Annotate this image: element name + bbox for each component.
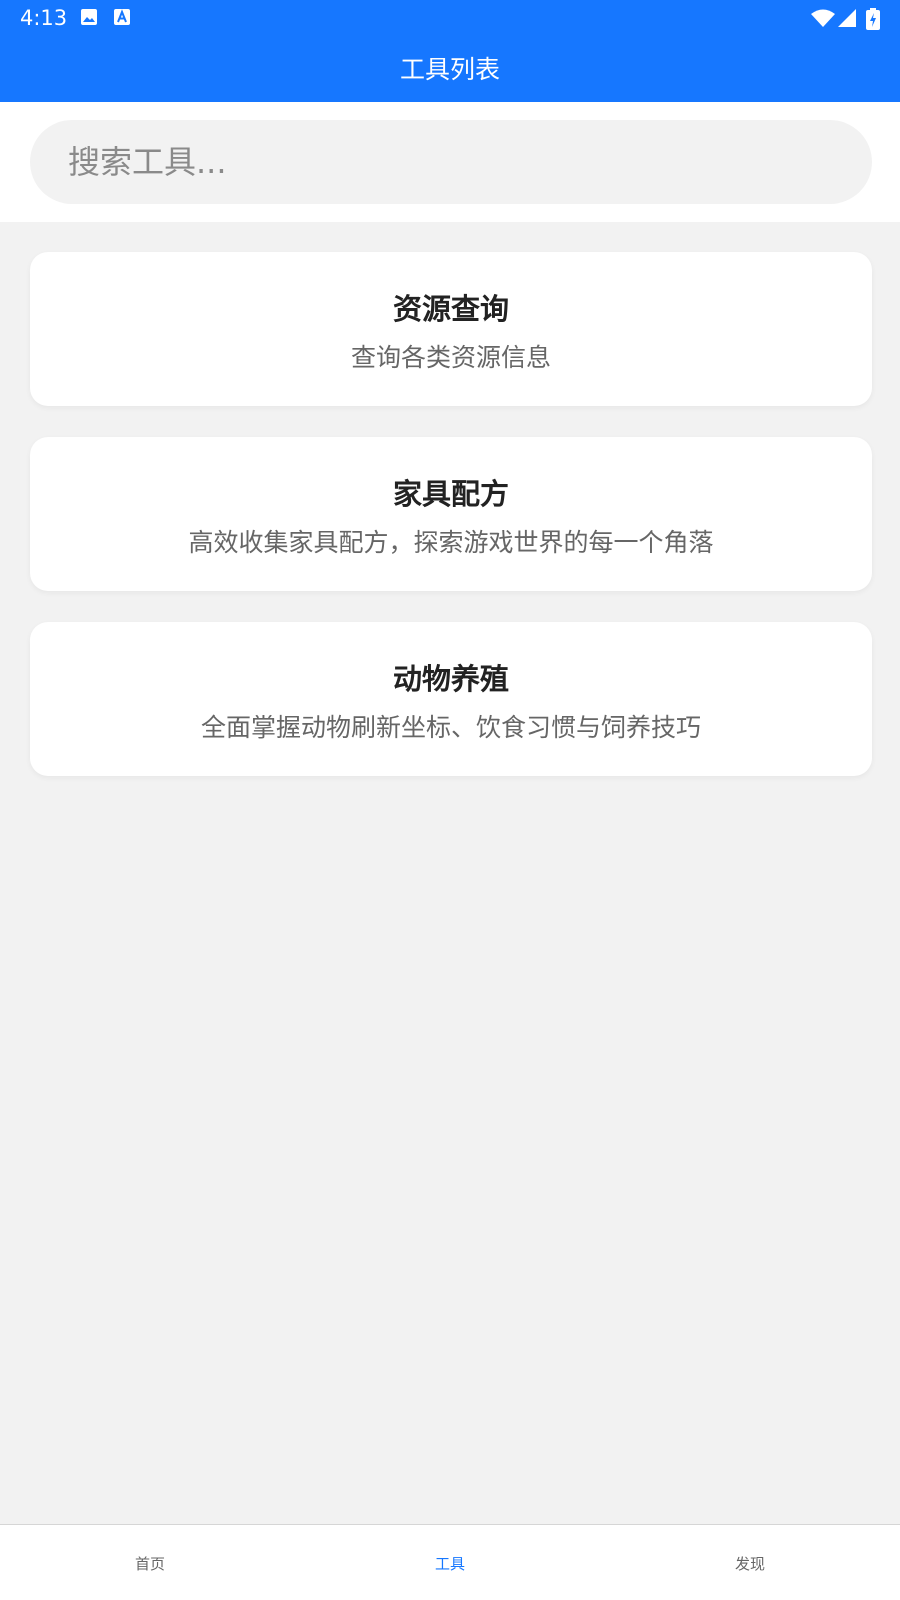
status-time: 4:13 xyxy=(20,6,68,30)
nav-item-tools[interactable]: 工具 xyxy=(300,1525,600,1600)
nav-item-home[interactable]: 首页 xyxy=(0,1525,300,1600)
tool-card-animal-breeding[interactable]: 动物养殖 全面掌握动物刷新坐标、饮食习惯与饲养技巧 xyxy=(30,622,872,776)
tool-card-description: 高效收集家具配方，探索游戏世界的每一个角落 xyxy=(188,528,714,557)
battery-charging-icon xyxy=(866,8,880,30)
screen: 4:13 工具列表 搜索工具... 资源查询 查询各类资源信息 家具配方 高效收… xyxy=(0,0,900,1600)
bottom-nav: 首页 工具 发现 xyxy=(0,1524,900,1600)
tool-card-title: 资源查询 xyxy=(392,292,509,326)
a-text-icon xyxy=(113,8,133,26)
page-title: 工具列表 xyxy=(399,55,500,84)
tool-card-title: 动物养殖 xyxy=(392,662,509,696)
top-bar: 4:13 工具列表 xyxy=(0,0,900,102)
signal-icon xyxy=(836,8,858,27)
tool-card-title: 家具配方 xyxy=(392,477,509,511)
nav-item-discover[interactable]: 发现 xyxy=(600,1525,900,1600)
tool-card-description: 全面掌握动物刷新坐标、饮食习惯与饲养技巧 xyxy=(200,713,701,742)
wifi-icon xyxy=(810,8,836,27)
tool-card-resource-query[interactable]: 资源查询 查询各类资源信息 xyxy=(30,252,872,406)
status-bar: 4:13 xyxy=(0,0,900,36)
image-icon xyxy=(80,8,100,26)
search-bar xyxy=(0,102,900,222)
search-input[interactable] xyxy=(30,120,872,204)
tool-card-furniture-recipes[interactable]: 家具配方 高效收集家具配方，探索游戏世界的每一个角落 xyxy=(30,437,872,591)
tool-card-description: 查询各类资源信息 xyxy=(350,343,551,372)
